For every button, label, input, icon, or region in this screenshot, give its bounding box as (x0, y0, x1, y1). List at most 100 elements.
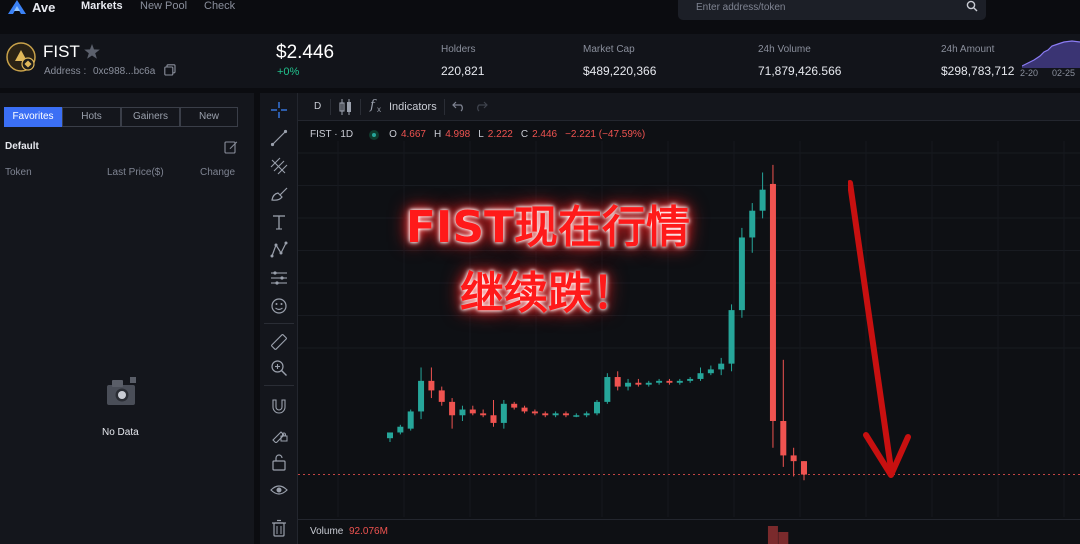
top-navigation-bar: Ave Markets New Pool Check (0, 0, 1080, 30)
trash-icon[interactable] (270, 519, 288, 537)
token-address: 0xc988...bc6a (93, 66, 156, 77)
measure-tool-icon[interactable] (270, 269, 288, 287)
candle-body (459, 409, 466, 416)
candle-body (407, 411, 414, 429)
ohlc-change-value: −2.221 (−47.59%) (565, 129, 646, 140)
volume-24h-value: 71,879,426.566 (758, 64, 842, 78)
price-change: +0% (277, 66, 300, 78)
brand-name: Ave (32, 0, 56, 15)
candle-body (676, 380, 683, 383)
header-divider (330, 99, 331, 115)
candle-body (604, 377, 611, 402)
down-arrow-annotation (848, 180, 911, 478)
interval-button[interactable]: D (314, 101, 321, 112)
redo-icon[interactable] (474, 100, 488, 112)
ohlc-open-value: 4.667 (400, 129, 426, 140)
tab-favorites[interactable]: Favorites (4, 107, 62, 127)
eye-icon[interactable] (270, 481, 288, 499)
token-symbol: FIST (43, 42, 80, 61)
chart-toolbar: D f x Indicators (298, 93, 1080, 121)
candle-body (500, 403, 507, 423)
column-change: Change (200, 167, 236, 178)
tab-hots[interactable]: Hots (62, 107, 121, 127)
header-divider (444, 99, 445, 115)
no-data-text: No Data (102, 427, 139, 438)
volume-label: Volume (310, 526, 344, 537)
indicators-icon[interactable]: f (370, 98, 375, 113)
candle-body (759, 189, 766, 211)
candle-body (573, 415, 580, 417)
candle-body (469, 409, 476, 414)
no-data-icon (107, 377, 136, 405)
lock-drawing-icon[interactable] (270, 425, 288, 443)
nav-link-markets[interactable]: Markets (81, 0, 123, 13)
volume-value: 92.076M (349, 526, 388, 537)
candle-body (594, 401, 600, 414)
fib-tool-icon[interactable] (270, 157, 288, 175)
header-divider (360, 99, 361, 115)
ruler-icon[interactable] (270, 333, 288, 351)
favorite-star-icon[interactable] (84, 44, 100, 59)
candle-body (749, 210, 756, 238)
candle-body (562, 413, 569, 416)
column-last-price: Last Price($) (107, 167, 164, 178)
chart-legend: FIST · 1D O 4.667 H 4.998 L 2.222 C 2.446 −2… (310, 129, 645, 140)
ohlc-low-label: L (478, 129, 484, 140)
tab-gainers[interactable]: Gainers (121, 107, 180, 127)
candle-body (738, 237, 745, 311)
nav-link-check[interactable]: Check (204, 0, 235, 13)
candle-body (625, 382, 632, 387)
brand-logo[interactable]: Ave (8, 0, 56, 15)
price-chart[interactable]: FIST · 1D O 4.667 H 4.998 L 2.222 C 2.446 −2… (298, 121, 1080, 544)
candle-body (438, 390, 445, 402)
candle-body (387, 432, 393, 439)
toolbar-divider (264, 323, 294, 324)
candle-body (449, 401, 456, 416)
mini-price-sparkline (1022, 40, 1080, 68)
tab-new[interactable]: New (180, 107, 238, 127)
candle-body (418, 380, 425, 412)
candle-body (542, 413, 549, 416)
crosshair-icon[interactable] (270, 101, 288, 119)
ohlc-open-label: O (389, 129, 397, 140)
candle-body (428, 380, 435, 391)
market-cap-value: $489,220,366 (583, 64, 657, 78)
search-box (678, 0, 986, 20)
copy-icon[interactable] (164, 64, 176, 76)
candle-body (635, 382, 642, 385)
watchlist-panel: Favorites Hots Gainers New Default Token… (0, 93, 254, 544)
magnet-icon[interactable] (270, 397, 288, 415)
ohlc-low-value: 2.222 (487, 129, 513, 140)
candle-body (614, 377, 621, 387)
candle-body (780, 421, 787, 456)
search-input[interactable] (696, 0, 936, 14)
candle-type-icon[interactable] (338, 98, 354, 116)
edit-icon[interactable] (224, 140, 238, 154)
text-tool-icon[interactable] (270, 213, 288, 231)
ohlc-close-value: 2.446 (532, 129, 558, 140)
annotation-line-1: FIST现在行情 (405, 202, 691, 253)
token-header: FIST Address : 0xc988...bc6a $2.446 +0% … (0, 34, 1080, 88)
candle-body (687, 378, 694, 381)
candle-body (552, 413, 559, 416)
pattern-tool-icon[interactable] (270, 241, 288, 259)
watchlist-group-name: Default (5, 141, 39, 152)
indicators-button[interactable]: Indicators (389, 101, 437, 113)
mini-chart-date-start: 2-20 (1020, 68, 1039, 78)
trend-line-icon[interactable] (270, 129, 288, 147)
candle-body (707, 369, 714, 374)
candle-body (397, 426, 404, 433)
brush-icon[interactable] (270, 185, 288, 203)
token-logo-icon (6, 42, 36, 72)
search-icon[interactable] (966, 0, 978, 12)
candle-body (790, 455, 797, 462)
unlock-icon[interactable] (270, 453, 288, 471)
ave-logo-icon (8, 0, 26, 14)
candlestick-chart (298, 141, 1080, 544)
zoom-in-icon[interactable] (270, 359, 288, 377)
candle-body (769, 183, 776, 421)
emoji-icon[interactable] (270, 297, 288, 315)
undo-icon[interactable] (452, 100, 466, 112)
nav-link-new-pool[interactable]: New Pool (140, 0, 187, 13)
volume-pane-divider (298, 519, 1080, 520)
